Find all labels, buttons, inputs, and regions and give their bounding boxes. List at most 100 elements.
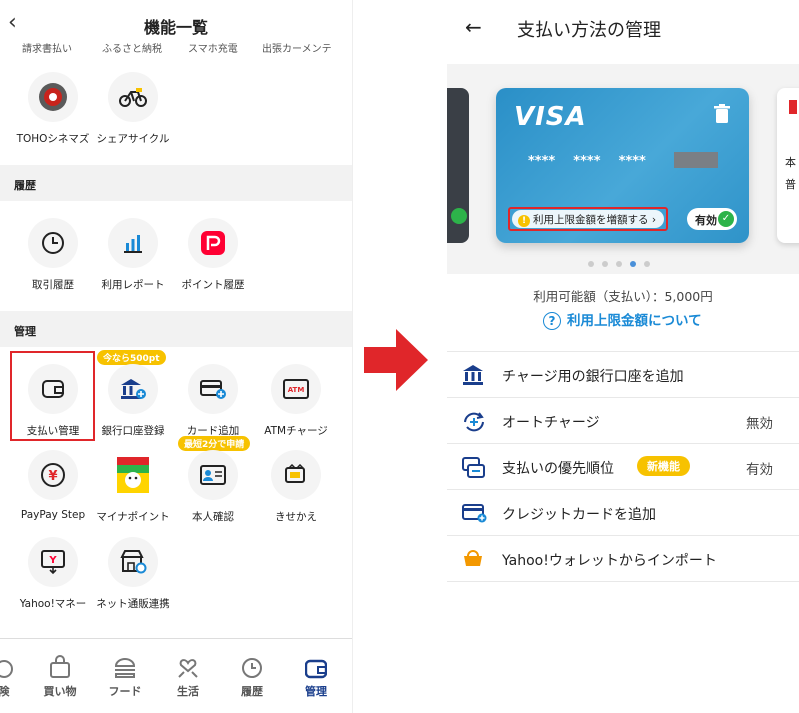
- check-icon: ✓: [718, 211, 734, 227]
- prev-card-peek[interactable]: [447, 88, 469, 243]
- tile-yahoo-money[interactable]: Y Yahoo!マネー: [10, 537, 96, 611]
- atm-icon: ATM: [271, 364, 321, 414]
- tile-bank-register[interactable]: 銀行口座登録: [90, 364, 176, 438]
- increase-limit-button[interactable]: ! 利用上限金額を増額する ›: [512, 210, 665, 228]
- promo-badge: 最短2分で申請: [178, 436, 251, 451]
- promo-badge: 今なら500pt: [97, 350, 166, 365]
- limit-help-label: 利用上限金額について: [567, 313, 702, 329]
- bar-chart-icon: [108, 218, 158, 268]
- tile-label: ネット通販連携: [96, 598, 170, 610]
- paypay-icon: [188, 218, 238, 268]
- back-arrow-icon[interactable]: ←: [465, 15, 482, 39]
- tab-label: 険: [0, 683, 34, 699]
- limit-help-link[interactable]: ? 利用上限金額について: [543, 309, 702, 330]
- svg-text:ATM: ATM: [288, 386, 305, 394]
- page-title: 機能一覧: [143, 18, 208, 37]
- status-label: 有効: [695, 214, 717, 227]
- flow-arrow: [362, 325, 432, 399]
- menu-row-add-bank[interactable]: チャージ用の銀行口座を追加: [447, 352, 799, 398]
- peek-text: 本: [785, 156, 796, 169]
- menu-row-add-credit-card[interactable]: クレジットカードを追加: [447, 490, 799, 536]
- tab-insurance[interactable]: 険: [0, 651, 34, 699]
- mynapoint-icon: [108, 450, 158, 500]
- section-header-history: 履歴: [0, 165, 352, 201]
- tile-paypay-step[interactable]: ¥ PayPay Step: [10, 450, 96, 521]
- cut-label: ふるさと納税: [102, 44, 162, 55]
- tile-transaction-history[interactable]: 取引履歴: [10, 218, 96, 292]
- peek-text: 普: [785, 178, 796, 191]
- toho-icon: [28, 72, 78, 122]
- credit-card-icon: [461, 502, 487, 524]
- cut-label: 出張カーメンテ: [262, 44, 332, 55]
- theme-icon: [271, 450, 321, 500]
- tile-label: PayPay Step: [20, 509, 86, 521]
- tab-label: 買い物: [43, 685, 77, 698]
- menu-row-label: Yahoo!ウォレットからインポート: [502, 553, 717, 569]
- tile-label: ATMチャージ: [264, 425, 328, 437]
- auto-charge-icon: [461, 410, 485, 432]
- bicycle-icon: [108, 72, 158, 122]
- tile-usage-report[interactable]: 利用レポート: [90, 218, 176, 292]
- menu-row-label: クレジットカードを追加: [502, 507, 656, 523]
- trash-icon[interactable]: [713, 104, 731, 128]
- menu-row-value: 有効: [746, 462, 773, 478]
- cut-label: 請求書払い: [22, 44, 72, 55]
- scrolled-labels-row: 請求書払い ふるさと納税 スマホ充電 出張カーメンテ: [0, 42, 352, 56]
- tile-label: TOHOシネマズ: [16, 133, 90, 145]
- highlight-box: [10, 351, 95, 441]
- tile-label: マイナポイント: [96, 511, 170, 523]
- menu-row-value: 無効: [746, 416, 773, 432]
- tile-toho[interactable]: TOHOシネマズ: [10, 72, 96, 146]
- cut-label: スマホ充電: [188, 44, 238, 55]
- warning-icon: !: [518, 215, 530, 227]
- tile-card-add[interactable]: カード追加: [170, 364, 256, 438]
- tab-history[interactable]: 履歴: [222, 651, 282, 699]
- tile-online-shop-link[interactable]: ネット通販連携: [90, 537, 176, 611]
- status-badge: 有効 ✓: [687, 208, 737, 230]
- tab-manage[interactable]: 管理: [286, 651, 346, 699]
- tile-mynapoint[interactable]: マイナポイント: [90, 450, 176, 524]
- tile-label: Yahoo!マネー: [19, 598, 87, 610]
- tile-label: ポイント履歴: [181, 279, 245, 291]
- tile-theme[interactable]: きせかえ: [253, 450, 339, 524]
- wallet-purse-icon: [461, 548, 485, 570]
- partial-icon: [0, 651, 34, 679]
- card-number: **** **** ****: [528, 154, 646, 169]
- id-card-icon: [188, 450, 238, 500]
- card-carousel[interactable]: 本 普 VISA **** **** **** ! 利用上限金額を増額する › 有…: [447, 64, 799, 274]
- bottom-tab-bar: 険 買い物 フード 生活 履歴 管理: [0, 638, 352, 713]
- next-card-peek[interactable]: 本 普: [777, 88, 799, 243]
- svg-text:¥: ¥: [48, 469, 57, 484]
- tab-food[interactable]: フード: [95, 651, 155, 699]
- new-feature-badge: 新機能: [637, 456, 690, 476]
- tile-point-history[interactable]: ポイント履歴: [170, 218, 256, 292]
- tile-identity-verification[interactable]: 本人確認: [170, 450, 256, 524]
- tile-label: きせかえ: [275, 511, 317, 523]
- section-header-manage: 管理: [0, 311, 352, 347]
- menu-row-auto-charge[interactable]: オートチャージ 無効: [447, 398, 799, 444]
- tile-label: シェアサイクル: [96, 133, 170, 145]
- tile-label: 利用レポート: [101, 279, 165, 291]
- bag-icon: [30, 651, 90, 679]
- bank-icon: [461, 364, 485, 386]
- tab-life[interactable]: 生活: [158, 651, 218, 699]
- life-icon: [158, 651, 218, 679]
- tile-atm-charge[interactable]: ATM ATMチャージ: [253, 364, 339, 438]
- visa-card[interactable]: VISA **** **** **** ! 利用上限金額を増額する › 有効 ✓: [496, 88, 749, 243]
- tab-shopping[interactable]: 買い物: [30, 651, 90, 699]
- tile-label: カード追加: [186, 425, 240, 437]
- feature-list-screen: ‹ 機能一覧 請求書払い ふるさと納税 スマホ充電 出張カーメンテ TOHOシネ…: [0, 0, 353, 713]
- menu-row-label: チャージ用の銀行口座を追加: [502, 369, 684, 385]
- tab-label: フード: [108, 685, 142, 698]
- masked-digits: [674, 152, 718, 168]
- menu-row-import-yahoo-wallet[interactable]: Yahoo!ウォレットからインポート: [447, 536, 799, 582]
- burger-icon: [95, 651, 155, 679]
- card-add-icon: [188, 364, 238, 414]
- tab-label: 履歴: [241, 685, 263, 698]
- bank-add-icon: [108, 364, 158, 414]
- menu-row-payment-priority[interactable]: 支払いの優先順位 新機能 有効: [447, 444, 799, 490]
- available-amount: 利用可能額（支払い）：5,000円: [533, 289, 713, 304]
- question-icon: ?: [543, 312, 561, 330]
- tile-share-cycle[interactable]: シェアサイクル: [90, 72, 176, 146]
- tab-label: 生活: [177, 685, 199, 698]
